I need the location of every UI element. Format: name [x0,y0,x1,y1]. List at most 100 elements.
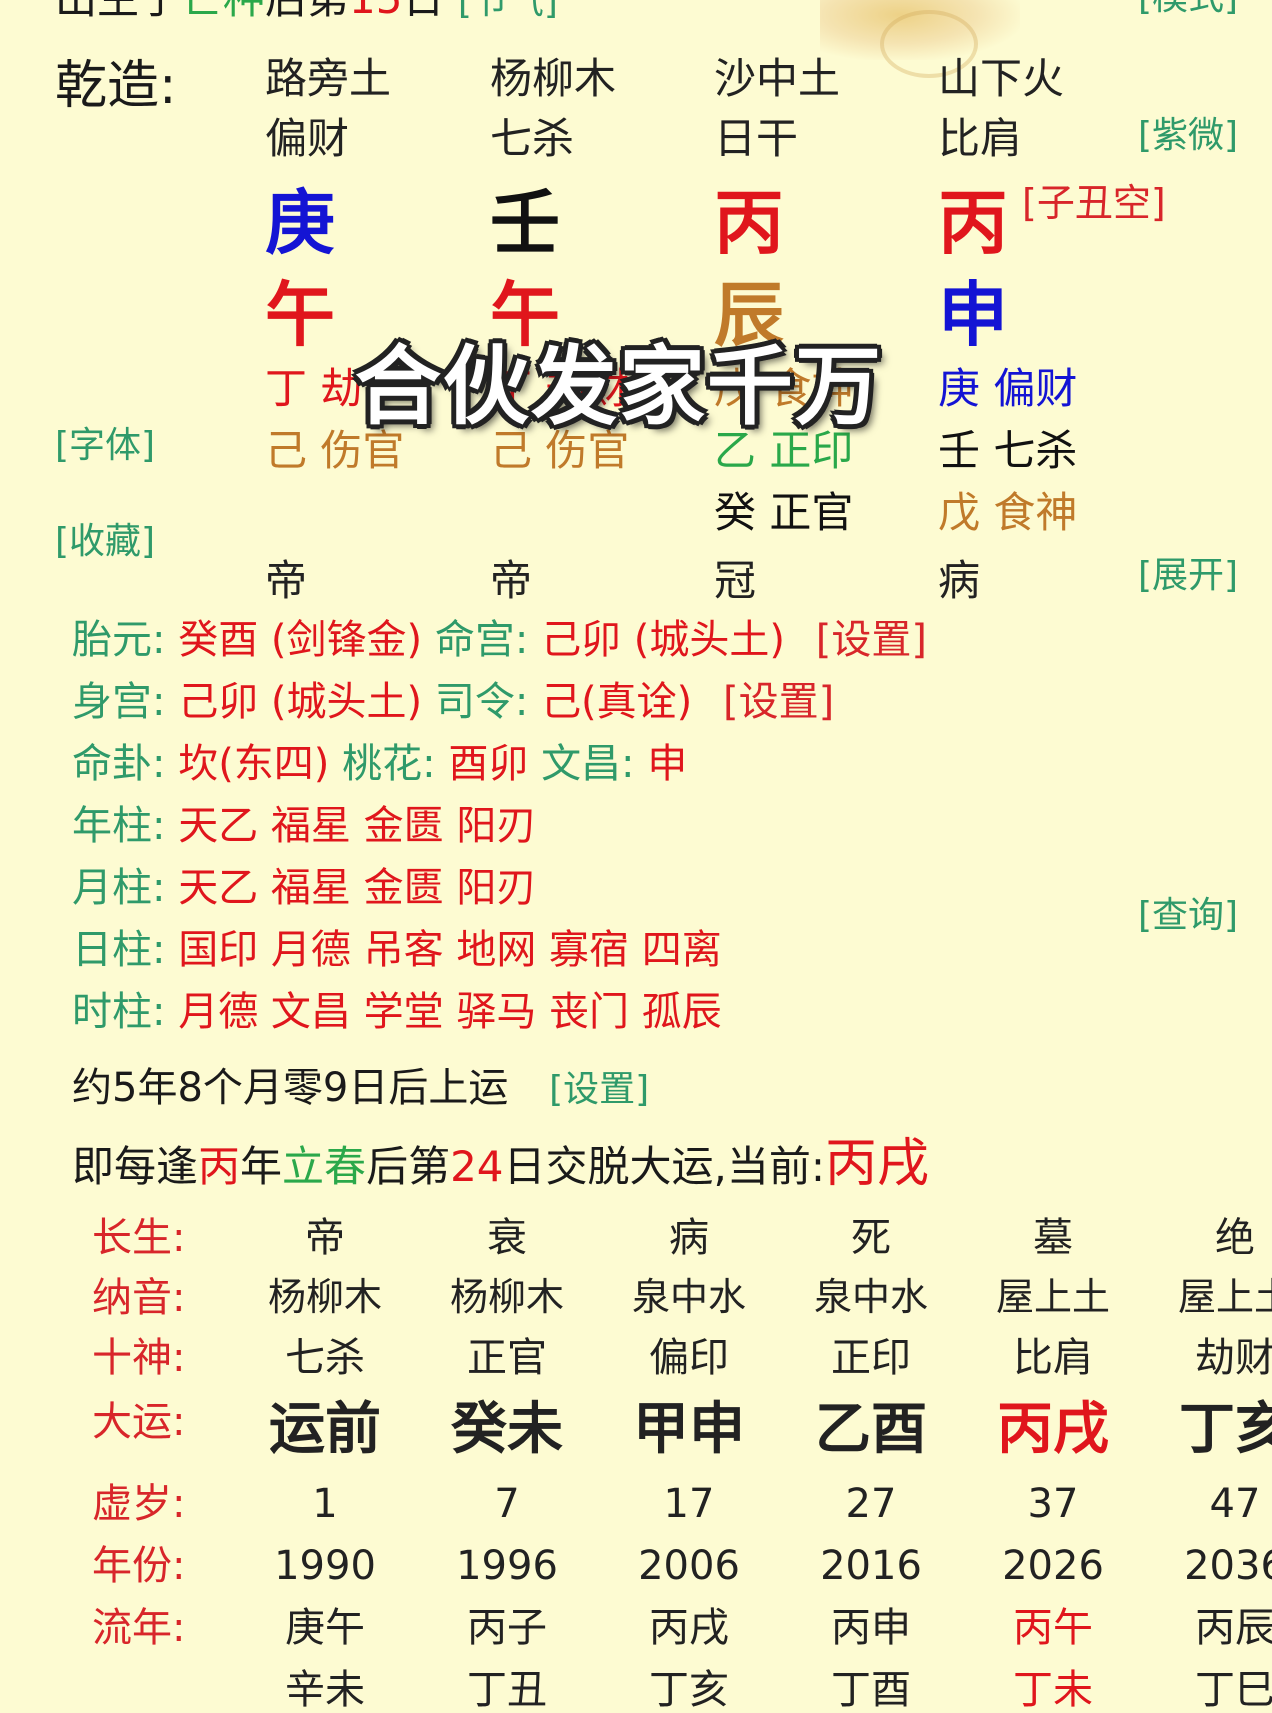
hidden-stem: 戊 [938,488,981,537]
dayun-label-xusui: 虚岁: [92,1481,186,1527]
dayun-cell-nianfen: 2026 [1002,1543,1104,1589]
dayun-cell-dayun[interactable]: 乙酉 [781,1402,961,1458]
dayun-cell-nayin: 杨柳木 [449,1275,564,1319]
dayun-cell-shishen: 偏印 [649,1335,729,1381]
dayun-cell-shishen: 七杀 [285,1335,365,1381]
siling-settings-link[interactable]: [设置] [723,679,834,725]
dayun-cell-nayin: 泉中水 [631,1275,746,1319]
dayun-cell-liunian: 丙戌 [649,1605,729,1651]
pillar-shishen: 偏财 [265,114,350,163]
dayun-cell-nayin: 屋上土 [1177,1275,1272,1319]
shengong-label: 身宫: [72,679,166,725]
wenchang-value: 申 [647,741,688,787]
wenchang-label: 文昌: [541,741,635,787]
ziwei-link[interactable]: [紫微] [1138,118,1238,154]
jieqi-link[interactable]: [节气] [458,0,558,22]
current-dayun: 丙戌 [825,1134,930,1194]
dayun-cell-changsheng: 死 [851,1215,891,1261]
hidden-stem: 癸 [714,488,757,537]
dayun-cell-nianfen: 2016 [820,1543,922,1589]
hidden-stem-item: 丁 劫 [265,368,362,410]
hidden-stem: 丁 [265,364,308,413]
yuezhu-value: 天乙 福星 金匮 阳刃 [178,865,537,911]
shizhu-value: 月德 文昌 学堂 驿马 丧门 孤辰 [178,989,722,1035]
yun-start-text: 约5年8个月零9日后上运 [72,1065,509,1111]
dayun-cell-liunian2: 丁未 [1013,1667,1093,1713]
dayun-cell-dayun[interactable]: 丙戌 [963,1402,1143,1458]
taohua-label: 桃花: [342,741,436,787]
rizhu-label: 日柱: [72,927,166,973]
minggua-value: 坎(东四) [178,741,330,787]
minggong-settings-link[interactable]: [设置] [816,617,927,663]
pillar-stem: 丙 [938,182,1008,264]
jieqi-name: 芒种 [181,0,265,23]
birth-day-unit: 日 [403,0,445,23]
pillar-shishen: 日干 [714,114,799,163]
dayun-cell-xusui: 47 [1209,1481,1261,1527]
favorite-link[interactable]: [收藏] [55,524,155,560]
jiaotuo-line: 即每逢丙年立春后第24日交脱大运,当前:丙戌 [72,1138,929,1190]
dayun-cell-nayin: 屋上土 [995,1275,1110,1319]
hidden-stem-shishen: 食神 [980,488,1078,537]
pillar-branch: 午 [265,274,335,356]
hidden-stem-item: 壬 七杀 [938,430,1077,472]
font-link[interactable]: [字体] [55,428,155,464]
dayun-cell-dayun[interactable]: 运前 [235,1402,415,1458]
pillar-changsheng: 病 [938,556,981,605]
dayun-cell-liunian: 丙午 [1013,1605,1093,1651]
minggong-label: 命宫: [434,617,529,663]
dayun-cell-xusui: 1 [312,1481,338,1527]
minggua-label: 命卦: [72,741,166,787]
dayun-cell-shishen: 比肩 [1013,1335,1093,1381]
pillar-stem: 壬 [490,182,560,264]
hidden-stem-item: 癸 正官 [714,492,853,534]
hidden-stem: 庚 [938,364,981,413]
dayun-cell-xusui: 17 [663,1481,715,1527]
dayun-cell-shishen: 劫财 [1195,1335,1272,1381]
dayun-cell-nianfen: 2036 [1184,1543,1272,1589]
hidden-stem-shishen: 七杀 [980,426,1078,475]
jiaotuo-a: 即每逢 [72,1142,199,1191]
dayun-cell-dayun[interactable]: 丁亥 [1145,1402,1272,1458]
dayun-cell-xusui: 7 [494,1481,520,1527]
dayun-cell-liunian2: 丁亥 [649,1667,729,1713]
hidden-stem-shishen: 偏财 [980,364,1078,413]
rizhu-value: 国印 月德 吊客 地网 寡宿 四离 [178,927,722,973]
dayun-label-nayin: 纳音: [92,1275,186,1321]
info-line-5: 月柱: 天乙 福星 金匮 阳刃 [72,868,536,908]
query-link[interactable]: [查询] [1138,898,1238,934]
birth-suffix: 后第 [265,0,349,23]
dayun-cell-nianfen: 1996 [456,1543,558,1589]
dayun-label-dayun: 大运: [92,1399,186,1445]
pillar-changsheng: 帝 [490,556,533,605]
pillar-stem: 庚 [265,182,335,264]
pillar-shishen: 七杀 [490,114,575,163]
dayun-cell-changsheng: 病 [669,1215,709,1261]
dayun-cell-dayun[interactable]: 甲申 [599,1402,779,1458]
jiaotuo-g: 日交脱大运,当前: [503,1142,826,1191]
yun-settings-link[interactable]: [设置] [549,1069,649,1110]
dayun-cell-xusui: 27 [845,1481,897,1527]
shizhu-label: 时柱: [72,989,166,1035]
dayun-cell-dayun[interactable]: 癸未 [417,1402,597,1458]
info-line-3: 命卦: 坎(东四) 桃花: 酉卯 文昌: 申 [72,744,687,784]
pillar-shishen: 比肩 [938,114,1023,163]
pillar-nayin: 杨柳木 [490,54,617,103]
kong-label: [子丑空] [1022,181,1166,225]
dayun-cell-liunian2: 丁酉 [831,1667,911,1713]
pillar-changsheng: 帝 [265,556,308,605]
dayun-cell-nayin: 杨柳木 [267,1275,382,1319]
overlay-caption: 合伙发家千万 [355,337,883,437]
mode-link[interactable]: [模式] [1138,0,1238,16]
expand-link[interactable]: [展开] [1138,558,1238,594]
pillar-nayin: 路旁土 [265,54,392,103]
shengong-value: 己卯 (城头土) [178,679,423,725]
jiaotuo-stem: 丙 [198,1142,241,1191]
hidden-stem-item: 戊 食神 [938,492,1077,534]
hidden-stem: 壬 [938,426,981,475]
hidden-stem: 己 [265,426,308,475]
dayun-cell-liunian: 庚午 [285,1605,365,1651]
hidden-stem-shishen: 正官 [756,488,854,537]
jiaotuo-jieqi: 立春 [282,1142,367,1191]
nianzhu-label: 年柱: [72,803,166,849]
